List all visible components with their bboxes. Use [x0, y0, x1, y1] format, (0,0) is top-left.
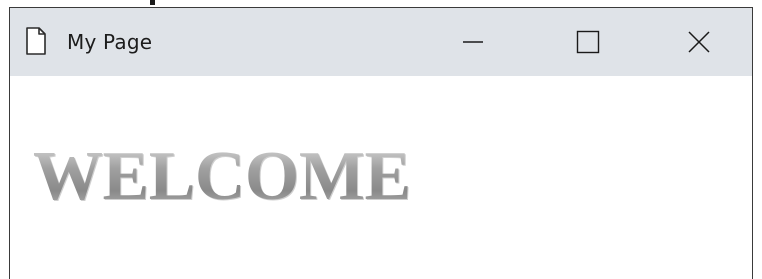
app-window: My Page WELCOME: [9, 7, 753, 279]
desktop-accent: [150, 0, 155, 5]
window-title: My Page: [67, 30, 153, 54]
minimize-icon: [462, 41, 483, 43]
page-icon: [26, 27, 46, 55]
minimize-button[interactable]: [415, 8, 530, 76]
page-content: WELCOME: [10, 76, 752, 279]
close-icon: [688, 31, 710, 53]
desktop-strip: [0, 0, 762, 7]
maximize-icon: [576, 30, 599, 54]
maximize-button[interactable]: [530, 8, 645, 76]
welcome-heading: WELCOME: [33, 138, 411, 215]
title-bar[interactable]: My Page: [10, 8, 752, 76]
close-button[interactable]: [645, 8, 753, 76]
